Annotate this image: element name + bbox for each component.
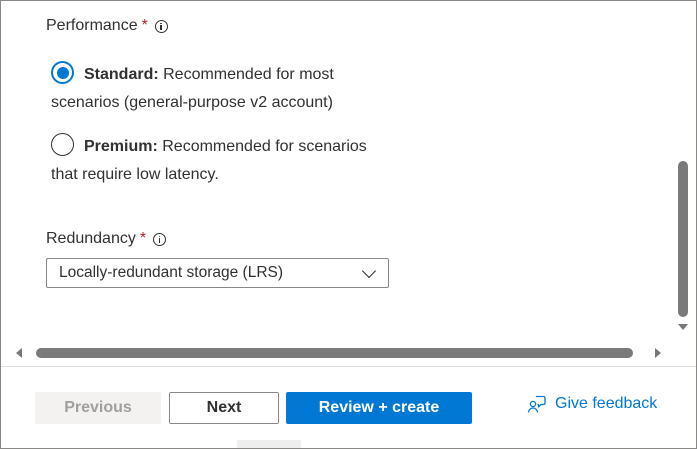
scroll-left-arrow-icon[interactable]	[16, 348, 22, 358]
resize-grip	[237, 440, 301, 448]
review-create-button[interactable]: Review + create	[286, 392, 472, 424]
scroll-right-arrow-icon[interactable]	[655, 348, 661, 358]
horizontal-scrollbar[interactable]	[1, 343, 669, 363]
redundancy-label-row: Redundancy *	[46, 230, 167, 248]
redundancy-label: Redundancy	[46, 230, 136, 247]
required-marker: *	[139, 230, 147, 247]
radio-checked-icon[interactable]	[51, 61, 74, 85]
feedback-icon	[527, 395, 546, 413]
next-button[interactable]: Next	[169, 392, 279, 424]
create-storage-panel: Performance * Standard: Recommended for …	[0, 0, 697, 449]
option-name: Standard:	[84, 66, 159, 83]
footer-divider	[1, 366, 696, 367]
info-icon[interactable]	[153, 232, 167, 246]
performance-label-row: Performance *	[46, 17, 168, 35]
horizontal-scrollbar-thumb[interactable]	[36, 348, 633, 358]
previous-button[interactable]: Previous	[35, 392, 161, 424]
scroll-down-arrow-icon[interactable]	[678, 324, 688, 330]
radio-unchecked-icon[interactable]	[51, 133, 74, 157]
radio-option-standard[interactable]: Standard: Recommended for most scenarios…	[51, 61, 381, 117]
redundancy-selected-value: Locally-redundant storage (LRS)	[59, 264, 284, 281]
required-marker: *	[141, 17, 148, 34]
vertical-scrollbar[interactable]	[669, 1, 696, 341]
option-name: Premium:	[84, 138, 158, 155]
info-icon[interactable]	[154, 19, 168, 33]
performance-label: Performance	[46, 17, 138, 34]
vertical-scrollbar-thumb[interactable]	[678, 161, 688, 317]
form-content: Performance * Standard: Recommended for …	[1, 1, 669, 341]
give-feedback-label: Give feedback	[555, 395, 658, 412]
redundancy-dropdown[interactable]: Locally-redundant storage (LRS)	[46, 258, 389, 288]
chevron-down-icon	[361, 263, 377, 279]
radio-option-premium[interactable]: Premium: Recommended for scenarios that …	[51, 133, 381, 189]
give-feedback-link[interactable]: Give feedback	[527, 394, 657, 414]
